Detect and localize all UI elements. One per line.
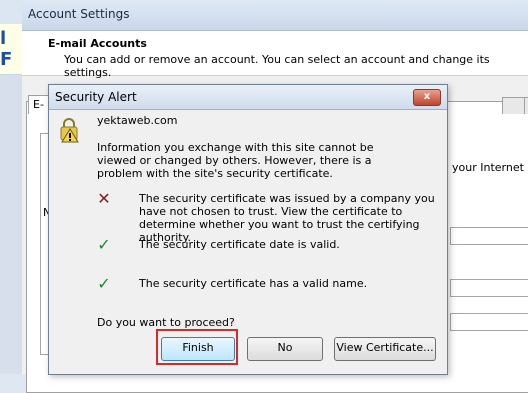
lock-warning-icon — [60, 118, 79, 143]
site-name: yektaweb.com — [97, 114, 178, 127]
background-window-text: l F — [0, 28, 13, 70]
certificate-date-status: The security certificate date is valid. — [139, 238, 340, 251]
background-titlebar — [0, 0, 22, 25]
green-check-icon: ✓ — [97, 274, 111, 293]
red-x-icon: ✕ — [97, 189, 111, 208]
finish-button[interactable]: Finish — [161, 337, 235, 361]
no-button[interactable]: No — [247, 337, 323, 361]
view-certificate-button[interactable]: View Certificate... — [334, 337, 436, 361]
account-settings-titlebar[interactable]: Account Settings — [22, 0, 528, 31]
account-settings-title: Account Settings — [28, 7, 130, 21]
settings-field-1[interactable] — [450, 227, 528, 245]
green-check-icon: ✓ — [97, 235, 111, 254]
tab-other-2[interactable] — [524, 97, 528, 114]
background-panel: l F — [0, 24, 23, 74]
certificate-name-status: The security certificate has a valid nam… — [139, 277, 368, 290]
security-alert-titlebar[interactable]: Security Alert x — [49, 85, 447, 110]
email-accounts-description: You can add or remove an account. You ca… — [64, 53, 490, 79]
security-alert-title: Security Alert — [55, 90, 137, 104]
settings-field-2[interactable] — [450, 279, 528, 297]
email-accounts-heading: E-mail Accounts — [48, 37, 147, 50]
proceed-question: Do you want to proceed? — [97, 316, 235, 329]
close-button[interactable]: x — [413, 89, 441, 106]
certificate-trust-status: The security certificate was issued by a… — [139, 192, 435, 244]
close-icon: x — [423, 91, 431, 102]
settings-description-text: your Internet se — [452, 161, 528, 174]
security-alert-dialog: Security Alert x yektaweb.com Informatio… — [48, 84, 448, 375]
background-lower-area — [0, 75, 22, 374]
account-settings-header: E-mail Accounts You can add or remove an… — [22, 31, 528, 79]
background-window: l F — [0, 0, 23, 374]
security-info-text: Information you exchange with this site … — [97, 141, 374, 180]
tab-other-1[interactable] — [502, 97, 526, 114]
settings-field-3[interactable] — [450, 313, 528, 331]
